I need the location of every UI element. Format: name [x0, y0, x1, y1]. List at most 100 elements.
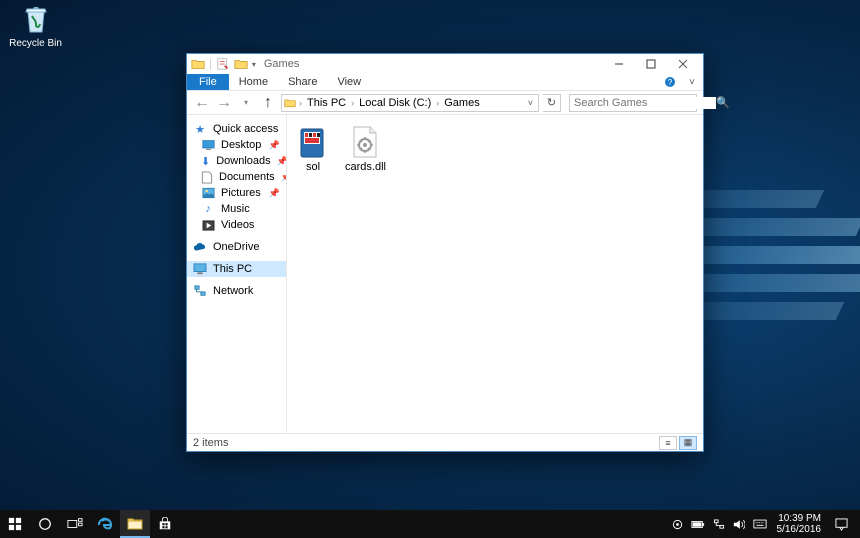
exe-icon — [297, 125, 329, 159]
tray-keyboard-icon[interactable] — [753, 519, 767, 529]
sidebar-label: This PC — [213, 263, 252, 275]
search-icon: 🔍 — [716, 96, 730, 109]
task-view-button[interactable] — [60, 510, 90, 538]
folder-icon — [191, 57, 205, 71]
sidebar-item-music[interactable]: ♪ Music — [187, 201, 286, 217]
refresh-button[interactable]: ↻ — [543, 94, 561, 112]
sidebar-label: OneDrive — [213, 241, 259, 253]
taskbar-edge[interactable] — [90, 510, 120, 538]
pin-icon: 📌 — [277, 156, 287, 167]
status-text: 2 items — [193, 437, 228, 449]
qat-dropdown-icon[interactable]: ▾ — [252, 60, 256, 69]
taskbar-clock[interactable]: 10:39 PM 5/16/2016 — [777, 513, 822, 535]
star-icon: ★ — [193, 122, 207, 136]
ribbon-tabs: File Home Share View ? ˅ — [187, 74, 703, 91]
videos-icon — [201, 218, 215, 232]
network-icon — [193, 284, 207, 298]
qat-properties-icon[interactable] — [216, 57, 230, 71]
file-item-sol[interactable]: sol — [291, 123, 335, 175]
nav-recent-dropdown[interactable]: ▾ — [237, 94, 255, 112]
music-icon: ♪ — [201, 202, 215, 216]
ribbon-expand-button[interactable]: ˅ — [681, 74, 703, 90]
ribbon-tab-view[interactable]: View — [327, 74, 371, 90]
titlebar[interactable]: | ▾ Games — [187, 54, 703, 74]
sidebar-quick-access[interactable]: ★ Quick access — [187, 121, 286, 137]
nav-back-button[interactable]: ← — [193, 94, 211, 112]
taskbar: 10:39 PM 5/16/2016 — [0, 510, 860, 538]
minimize-button[interactable] — [603, 54, 635, 74]
navbar: ← → ▾ ↑ › This PC › Local Disk (C:) › Ga… — [187, 91, 703, 115]
tray-battery-icon[interactable] — [691, 520, 705, 529]
ribbon-help-button[interactable]: ? — [659, 74, 681, 90]
nav-forward-button[interactable]: → — [215, 94, 233, 112]
breadcrumb-this-pc[interactable]: This PC — [305, 97, 348, 109]
desktop-icon-label: Recycle Bin — [8, 38, 63, 49]
sidebar-item-downloads[interactable]: ⬇ Downloads 📌 — [187, 153, 286, 169]
svg-text:?: ? — [668, 78, 673, 87]
document-icon — [201, 170, 213, 184]
system-tray[interactable] — [672, 519, 767, 530]
ribbon-file-tab[interactable]: File — [187, 74, 229, 90]
sidebar-label: Quick access — [213, 123, 278, 135]
close-button[interactable] — [667, 54, 699, 74]
explorer-window: | ▾ Games File Home Share View ? ˅ ← → ▾… — [186, 53, 704, 452]
action-center-button[interactable] — [831, 518, 852, 531]
pin-icon: 📌 — [269, 188, 280, 199]
maximize-button[interactable] — [635, 54, 667, 74]
sidebar-item-desktop[interactable]: Desktop 📌 — [187, 137, 286, 153]
desktop-icon-recycle-bin[interactable]: Recycle Bin — [8, 4, 63, 49]
clock-date: 5/16/2016 — [777, 524, 822, 535]
view-details-button[interactable]: ≡ — [659, 436, 677, 450]
chevron-right-icon[interactable]: › — [299, 98, 302, 108]
cloud-icon — [193, 240, 207, 254]
address-dropdown-icon[interactable]: ˅ — [525, 98, 536, 108]
sidebar-item-label: Desktop — [221, 139, 261, 151]
pin-icon: 📌 — [269, 140, 280, 151]
view-icons-button[interactable]: ▦ — [679, 436, 697, 450]
ribbon-tab-share[interactable]: Share — [278, 74, 327, 90]
dll-icon — [349, 125, 381, 159]
sidebar-item-label: Documents — [219, 171, 275, 183]
sidebar-item-label: Music — [221, 203, 250, 215]
sidebar-network[interactable]: Network — [187, 283, 286, 299]
file-name: sol — [293, 161, 333, 173]
window-title: Games — [264, 58, 299, 70]
sidebar-label: Network — [213, 285, 253, 297]
sidebar-item-label: Downloads — [216, 155, 270, 167]
start-button[interactable] — [0, 510, 30, 538]
taskbar-explorer[interactable] — [120, 510, 150, 538]
qat-newfolder-icon[interactable] — [234, 57, 248, 71]
recycle-bin-icon — [20, 4, 52, 36]
sidebar-item-videos[interactable]: Videos — [187, 217, 286, 233]
sidebar-item-label: Pictures — [221, 187, 261, 199]
file-item-cards-dll[interactable]: cards.dll — [343, 123, 387, 175]
sidebar-onedrive[interactable]: OneDrive — [187, 239, 286, 255]
cortana-button[interactable] — [30, 510, 60, 538]
clock-time: 10:39 PM — [777, 513, 822, 524]
sidebar-item-label: Videos — [221, 219, 254, 231]
search-input[interactable] — [574, 97, 716, 109]
ribbon-tab-home[interactable]: Home — [229, 74, 278, 90]
nav-pane: ★ Quick access Desktop 📌 ⬇ Downloads 📌 D… — [187, 115, 287, 433]
file-list[interactable]: sol cards.dll — [287, 115, 703, 433]
chevron-right-icon[interactable]: › — [436, 98, 439, 108]
address-bar[interactable]: › This PC › Local Disk (C:) › Games ˅ — [281, 94, 539, 112]
breadcrumb-drive[interactable]: Local Disk (C:) — [357, 97, 433, 109]
pc-icon — [193, 262, 207, 276]
status-bar: 2 items ≡ ▦ — [187, 433, 703, 451]
sidebar-this-pc[interactable]: This PC — [187, 261, 286, 277]
sidebar-item-documents[interactable]: Documents 📌 — [187, 169, 286, 185]
chevron-right-icon[interactable]: › — [351, 98, 354, 108]
search-box[interactable]: 🔍 — [569, 94, 697, 112]
tray-location-icon[interactable] — [672, 519, 683, 530]
file-name: cards.dll — [345, 161, 385, 173]
tray-volume-icon[interactable] — [733, 519, 745, 530]
download-icon: ⬇ — [201, 154, 210, 168]
tray-network-icon[interactable] — [713, 519, 725, 530]
nav-up-button[interactable]: ↑ — [259, 94, 277, 112]
address-folder-icon — [284, 97, 296, 109]
sidebar-item-pictures[interactable]: Pictures 📌 — [187, 185, 286, 201]
breadcrumb-folder[interactable]: Games — [442, 97, 481, 109]
taskbar-store[interactable] — [150, 510, 180, 538]
desktop-icon — [201, 138, 215, 152]
